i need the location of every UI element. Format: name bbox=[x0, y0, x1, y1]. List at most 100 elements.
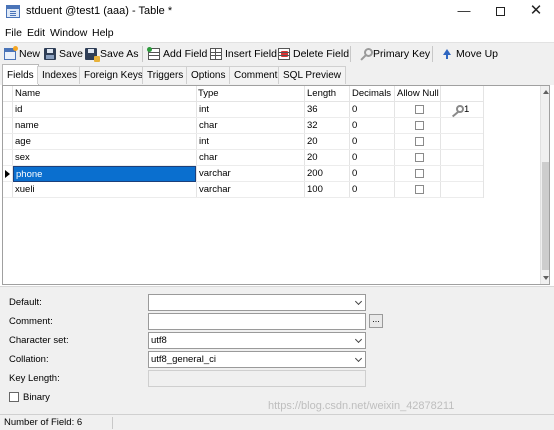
column-header-key[interactable] bbox=[441, 86, 483, 102]
field-type-cell[interactable]: char bbox=[197, 150, 304, 166]
field-decimals-cell[interactable]: 0 bbox=[350, 118, 394, 134]
menu-edit[interactable]: Edit bbox=[27, 27, 45, 39]
tab-comment[interactable]: Comment bbox=[229, 66, 283, 84]
insert-field-icon bbox=[210, 48, 222, 60]
scroll-down-arrow-icon[interactable] bbox=[543, 276, 549, 280]
add-field-icon bbox=[147, 47, 160, 60]
column-header-allow-null[interactable]: Allow Null bbox=[395, 86, 440, 102]
field-properties-panel: Default: Comment: ... Character set: utf… bbox=[0, 286, 554, 414]
column-header-decimals[interactable]: Decimals bbox=[350, 86, 395, 102]
primary-key-button[interactable]: Primary Key bbox=[358, 46, 430, 62]
field-row[interactable]: id int 36 0 1 bbox=[3, 102, 483, 118]
title-bar: stduent @test1 (aaa) - Table * — ✕ bbox=[0, 0, 554, 24]
grid-line bbox=[483, 86, 484, 198]
chevron-down-icon bbox=[354, 297, 363, 306]
maximize-icon bbox=[495, 7, 505, 16]
field-decimals-cell[interactable]: 0 bbox=[350, 102, 394, 118]
field-decimals-cell[interactable]: 0 bbox=[350, 182, 394, 198]
scroll-up-arrow-icon[interactable] bbox=[543, 90, 549, 94]
menu-window[interactable]: Window bbox=[50, 27, 87, 39]
delete-field-button-label: Delete Field bbox=[293, 48, 350, 60]
add-field-button-label: Add Field bbox=[163, 48, 208, 60]
maximize-button[interactable] bbox=[482, 0, 518, 24]
allow-null-checkbox[interactable] bbox=[415, 169, 424, 178]
field-count-status: Number of Field: 6 bbox=[4, 417, 83, 428]
comment-edit-button[interactable]: ... bbox=[369, 314, 383, 328]
fields-grid[interactable]: Name Type Length Decimals Allow Null id i… bbox=[2, 85, 550, 285]
field-length-cell[interactable]: 200 bbox=[305, 166, 349, 182]
comment-field[interactable] bbox=[148, 313, 366, 330]
save-as-button[interactable]: Save As bbox=[85, 46, 139, 62]
add-field-button[interactable]: Add Field bbox=[147, 46, 208, 62]
column-header-type[interactable]: Type bbox=[196, 86, 304, 102]
allow-null-checkbox[interactable] bbox=[415, 121, 424, 130]
new-table-icon bbox=[4, 46, 18, 60]
field-name-cell[interactable]: id bbox=[13, 102, 196, 118]
field-type-cell[interactable]: char bbox=[197, 118, 304, 134]
close-button[interactable]: ✕ bbox=[518, 0, 554, 24]
field-length-cell[interactable]: 20 bbox=[305, 150, 349, 166]
field-row[interactable]: xueli varchar 100 0 bbox=[3, 182, 483, 198]
default-dropdown[interactable] bbox=[148, 294, 366, 311]
field-name-cell[interactable]: name bbox=[13, 118, 196, 134]
field-length-cell[interactable]: 100 bbox=[305, 182, 349, 198]
allow-null-checkbox[interactable] bbox=[415, 185, 424, 194]
column-header-length[interactable]: Length bbox=[305, 86, 349, 102]
scrollbar-thumb[interactable] bbox=[542, 162, 549, 270]
new-button[interactable]: New bbox=[4, 46, 40, 62]
tab-fields[interactable]: Fields bbox=[2, 64, 39, 85]
field-name-cell[interactable]: sex bbox=[13, 150, 196, 166]
field-name-cell[interactable]: xueli bbox=[13, 182, 196, 198]
field-decimals-cell[interactable]: 0 bbox=[350, 150, 394, 166]
field-type-cell[interactable]: int bbox=[197, 102, 304, 118]
minimize-button[interactable]: — bbox=[446, 0, 482, 24]
field-type-cell[interactable]: int bbox=[197, 134, 304, 150]
current-row-marker-icon bbox=[5, 170, 10, 178]
delete-field-button[interactable]: Delete Field bbox=[278, 46, 349, 62]
tab-indexes[interactable]: Indexes bbox=[37, 66, 83, 84]
comment-label: Comment: bbox=[9, 316, 53, 327]
insert-field-button[interactable]: Insert Field bbox=[210, 46, 277, 62]
allow-null-checkbox[interactable] bbox=[415, 137, 424, 146]
vertical-scrollbar[interactable] bbox=[540, 86, 549, 284]
field-type-cell[interactable]: varchar bbox=[197, 166, 304, 182]
move-up-button[interactable]: Move Up bbox=[441, 46, 498, 62]
menu-file[interactable]: File bbox=[5, 27, 22, 39]
field-row[interactable]: phone varchar 200 0 bbox=[3, 166, 483, 182]
collation-dropdown[interactable]: utf8_general_ci bbox=[148, 351, 366, 368]
save-icon bbox=[44, 48, 56, 60]
binary-checkbox[interactable] bbox=[9, 392, 19, 402]
field-row[interactable]: sex char 20 0 bbox=[3, 150, 483, 166]
field-decimals-cell[interactable]: 0 bbox=[350, 166, 394, 182]
save-as-button-label: Save As bbox=[100, 48, 139, 60]
field-length-cell[interactable]: 20 bbox=[305, 134, 349, 150]
charset-dropdown[interactable]: utf8 bbox=[148, 332, 366, 349]
toolbar-separator bbox=[350, 46, 351, 62]
field-type-cell[interactable]: varchar bbox=[197, 182, 304, 198]
field-name-cell[interactable]: phone bbox=[13, 166, 196, 182]
allow-null-checkbox[interactable] bbox=[415, 105, 424, 114]
field-decimals-cell[interactable]: 0 bbox=[350, 134, 394, 150]
tab-triggers[interactable]: Triggers bbox=[142, 66, 189, 84]
field-row[interactable]: name char 32 0 bbox=[3, 118, 483, 134]
key-order-value: 1 bbox=[464, 104, 470, 115]
collation-value: utf8_general_ci bbox=[151, 354, 216, 365]
menu-help[interactable]: Help bbox=[92, 27, 114, 39]
field-row[interactable]: age int 20 0 bbox=[3, 134, 483, 150]
field-length-cell[interactable]: 36 bbox=[305, 102, 349, 118]
field-length-cell[interactable]: 32 bbox=[305, 118, 349, 134]
tab-options[interactable]: Options bbox=[186, 66, 231, 84]
column-header-name[interactable]: Name bbox=[13, 86, 197, 102]
primary-key-button-label: Primary Key bbox=[373, 48, 431, 60]
save-button[interactable]: Save bbox=[44, 46, 83, 62]
new-button-label: New bbox=[19, 48, 41, 60]
default-label: Default: bbox=[9, 297, 42, 308]
tab-foreign-keys[interactable]: Foreign Keys bbox=[79, 66, 148, 84]
save-button-label: Save bbox=[59, 48, 83, 60]
tab-sql-preview[interactable]: SQL Preview bbox=[278, 66, 346, 84]
allow-null-checkbox[interactable] bbox=[415, 153, 424, 162]
binary-label: Binary bbox=[23, 392, 50, 403]
delete-field-icon bbox=[278, 48, 290, 60]
status-separator bbox=[112, 417, 113, 429]
field-name-cell[interactable]: age bbox=[13, 134, 196, 150]
